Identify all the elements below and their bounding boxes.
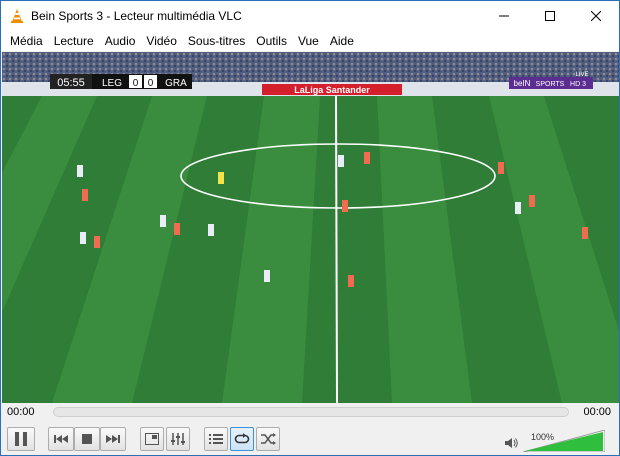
menu-bar: Média Lecture Audio Vidéo Sous-titres Ou… — [1, 31, 619, 51]
stop-icon — [82, 434, 92, 444]
menu-media[interactable]: Média — [5, 31, 49, 51]
menu-view[interactable]: Vue — [293, 31, 325, 51]
fullscreen-button[interactable] — [140, 427, 164, 451]
volume-label: 100% — [531, 432, 555, 442]
seek-slider[interactable] — [53, 407, 569, 417]
match-clock: 05:55 — [57, 77, 85, 89]
random-button[interactable] — [256, 427, 280, 451]
pause-button[interactable] — [7, 427, 35, 451]
close-button[interactable] — [573, 1, 619, 31]
next-button[interactable] — [100, 427, 126, 451]
broadcaster-channel: SPORTS — [536, 81, 565, 88]
home-team: LEG — [102, 78, 122, 89]
vlc-cone-icon — [11, 9, 23, 23]
menu-help[interactable]: Aide — [325, 31, 360, 51]
menu-subtitles[interactable]: Sous-titres — [183, 31, 251, 51]
video-area[interactable]: LaLiga Santander 05:55 LEG 0 0 GRA beIN … — [2, 52, 619, 403]
menu-video[interactable]: Vidéo — [141, 31, 182, 51]
title-bar: Bein Sports 3 - Lecteur multimédia VLC — [1, 1, 619, 31]
vlc-window: Bein Sports 3 - Lecteur multimédia VLC M… — [0, 0, 620, 456]
fullscreen-icon — [145, 433, 159, 445]
equalizer-icon — [171, 433, 185, 445]
banner-text: LaLiga Santander — [294, 85, 370, 95]
away-score: 0 — [148, 78, 154, 89]
away-team: GRA — [165, 78, 187, 89]
broadcaster-brand: beIN — [514, 79, 531, 88]
maximize-button[interactable] — [527, 1, 573, 31]
football-frame: LaLiga Santander 05:55 LEG 0 0 GRA beIN … — [2, 52, 619, 403]
extended-settings-button[interactable] — [166, 427, 190, 451]
window-title: Bein Sports 3 - Lecteur multimédia VLC — [31, 9, 242, 23]
shuffle-icon — [261, 433, 276, 445]
menu-audio[interactable]: Audio — [100, 31, 142, 51]
elapsed-time: 00:00 — [7, 406, 35, 418]
loop-icon — [234, 433, 250, 444]
previous-icon — [54, 435, 68, 443]
stop-button[interactable] — [74, 427, 100, 451]
previous-button[interactable] — [48, 427, 74, 451]
speaker-icon[interactable] — [505, 437, 519, 449]
minimize-button[interactable] — [481, 1, 527, 31]
home-score: 0 — [133, 78, 139, 89]
playlist-button[interactable] — [204, 427, 228, 451]
minimize-icon — [499, 15, 509, 17]
pause-icon — [15, 432, 27, 446]
next-icon — [106, 435, 120, 443]
total-time: 00:00 — [583, 406, 611, 418]
maximize-icon — [545, 11, 555, 21]
menu-playback[interactable]: Lecture — [49, 31, 100, 51]
menu-tools[interactable]: Outils — [251, 31, 293, 51]
broadcaster-live: LIVE — [575, 72, 588, 78]
loop-button[interactable] — [230, 427, 254, 451]
close-icon — [591, 11, 601, 21]
playlist-icon — [209, 434, 223, 444]
broadcaster-number: HD 3 — [570, 81, 586, 88]
